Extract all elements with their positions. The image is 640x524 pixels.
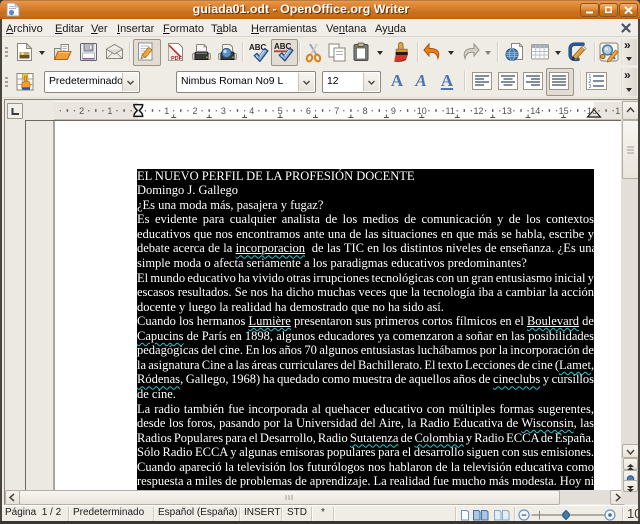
svg-text:1: 1	[164, 106, 169, 116]
svg-text:2: 2	[192, 106, 197, 116]
svg-text:6: 6	[306, 106, 311, 116]
svg-text:12: 12	[473, 106, 483, 116]
svg-text:9: 9	[391, 106, 396, 116]
svg-text:14: 14	[530, 106, 540, 116]
svg-text:3: 3	[589, 84, 592, 90]
svg-text:16: 16	[587, 106, 597, 116]
svg-text:PDF: PDF	[171, 56, 183, 62]
svg-text:8: 8	[363, 106, 368, 116]
svg-text:4: 4	[249, 106, 254, 116]
svg-text:13: 13	[502, 106, 512, 116]
svg-text:3: 3	[221, 106, 226, 116]
svg-text:2: 2	[79, 106, 84, 116]
svg-text:11: 11	[446, 106, 455, 116]
svg-text:7: 7	[334, 106, 339, 116]
svg-text:1: 1	[107, 106, 112, 116]
